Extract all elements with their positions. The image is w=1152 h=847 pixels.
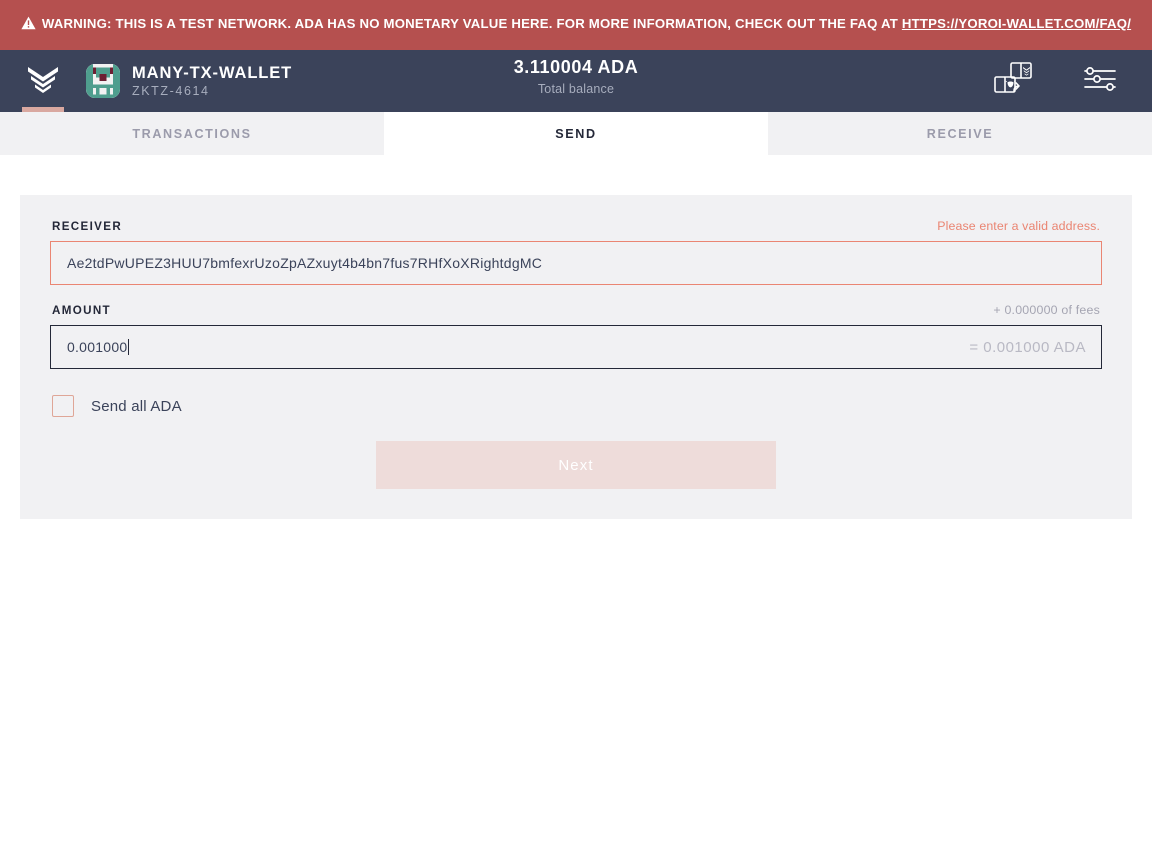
settings-sliders-icon <box>1083 65 1117 98</box>
receiver-input[interactable]: Ae2tdPwUPEZ3HUU7bmfexrUzoZpAZxuyt4b4bn7f… <box>50 241 1102 285</box>
text-caret <box>128 339 130 355</box>
wallet-nav-tabs: TRANSACTIONS SEND RECEIVE <box>0 112 1152 155</box>
send-all-ada-checkbox-row[interactable]: Send all ADA <box>50 395 1102 417</box>
wallet-summary[interactable]: MANY-TX-WALLET ZKTZ-4614 <box>86 64 292 99</box>
settings-button[interactable] <box>1078 61 1122 101</box>
next-button[interactable]: Next <box>376 441 776 489</box>
amount-input[interactable]: 0.001000 <box>50 325 1102 369</box>
amount-label: AMOUNT <box>52 304 111 317</box>
warning-banner-message: WARNING: THIS IS A TEST NETWORK. ADA HAS… <box>41 15 902 31</box>
receiver-field-header: RECEIVER Please enter a valid address. <box>50 219 1102 241</box>
yoroi-chevron-logo-icon <box>26 64 60 99</box>
yoroi-logo-button[interactable] <box>0 50 86 112</box>
amount-field-group: AMOUNT + 0.000000 of fees 0.001000 = 0.0… <box>50 303 1102 369</box>
amount-input-wrap: 0.001000 = 0.001000 ADA <box>50 325 1102 369</box>
receiver-label: RECEIVER <box>52 220 123 233</box>
next-button-row: Next <box>50 441 1102 489</box>
wallet-name: MANY-TX-WALLET <box>132 63 293 82</box>
main-content: RECEIVER Please enter a valid address. A… <box>0 155 1152 847</box>
wallet-id: ZKTZ-4614 <box>132 83 210 98</box>
test-network-warning-banner: WARNING: THIS IS A TEST NETWORK. ADA HAS… <box>0 0 1152 50</box>
receiver-input-wrap: Ae2tdPwUPEZ3HUU7bmfexrUzoZpAZxuyt4b4bn7f… <box>50 241 1102 285</box>
send-form-card: RECEIVER Please enter a valid address. A… <box>20 195 1132 519</box>
wallet-switch-button[interactable] <box>992 61 1036 101</box>
active-section-indicator <box>22 107 64 112</box>
faq-link[interactable]: HTTPS://YOROI-WALLET.COM/FAQ/ <box>902 16 1131 31</box>
wallet-identicon-avatar <box>86 63 120 98</box>
warning-triangle-icon <box>21 15 36 36</box>
tab-receive[interactable]: RECEIVE <box>768 112 1152 155</box>
amount-field-header: AMOUNT + 0.000000 of fees <box>50 303 1102 325</box>
amount-equivalent: = 0.001000 ADA <box>969 338 1086 356</box>
topbar-actions <box>992 61 1152 101</box>
send-all-ada-label: Send all ADA <box>91 397 182 415</box>
amount-fees-note: + 0.000000 of fees <box>993 303 1100 317</box>
receiver-error-message: Please enter a valid address. <box>937 219 1100 233</box>
tab-transactions[interactable]: TRANSACTIONS <box>0 112 384 155</box>
top-bar: MANY-TX-WALLET ZKTZ-4614 3.110004 ADA To… <box>0 50 1152 112</box>
wallet-switch-icon <box>993 60 1035 103</box>
send-all-ada-checkbox[interactable] <box>52 395 74 417</box>
warning-banner-text: WARNING: THIS IS A TEST NETWORK. ADA HAS… <box>21 13 1131 36</box>
tab-send[interactable]: SEND <box>384 112 768 155</box>
amount-input-value: 0.001000 <box>67 339 128 355</box>
